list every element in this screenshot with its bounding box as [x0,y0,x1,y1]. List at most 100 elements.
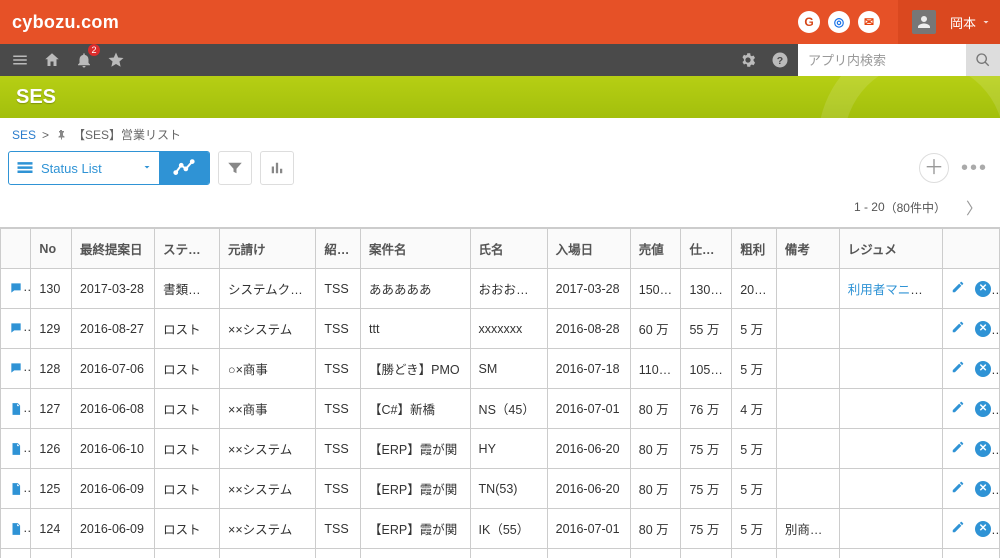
column-header[interactable]: 紹介元 [316,229,361,269]
chart-button[interactable] [260,151,294,185]
column-header[interactable]: 粗利 [732,229,777,269]
more-menu[interactable]: ••• [961,157,988,180]
resume-link[interactable]: 利用者マニュアル.pdf [848,283,943,297]
notification-badge: 2 [88,44,100,56]
delete-icon[interactable]: ✕ [975,321,991,337]
table-row[interactable]: 1252016-06-09ロスト××システムTSS【ERP】霞が関TN(53)2… [1,469,1000,509]
table-row[interactable]: 1242016-06-09ロスト××システムTSS【ERP】霞が関IK（55）2… [1,509,1000,549]
column-header[interactable]: 入場日 [547,229,630,269]
cell-anken: 【勝どき】PMO [361,349,471,389]
column-header[interactable]: 売値 [630,229,681,269]
column-header[interactable]: 案件名 [361,229,471,269]
cell-uri: 110 万 [630,349,681,389]
column-header[interactable]: No [31,229,72,269]
column-header[interactable]: 元請け [220,229,316,269]
cell-biko: 別商流から [776,509,839,549]
cell-resume [839,309,942,349]
delete-icon[interactable]: ✕ [975,441,991,457]
table-row[interactable]: 11292016-08-27ロスト××システムTSStttxxxxxxx2016… [1,309,1000,349]
service-icon-mail[interactable]: ✉ [858,11,880,33]
column-header[interactable]: ステータス [155,229,220,269]
cell-anken: 【C#】新橋 [361,389,471,429]
table-row[interactable]: 1232016-06-09ロスト××システムTSS【ERP】霞が関YK（63）2… [1,549,1000,558]
cell-biko [776,349,839,389]
cell-din: 2016-08-28 [547,309,630,349]
edit-icon[interactable] [951,520,965,537]
cell-biko [776,389,839,429]
delete-icon[interactable]: ✕ [975,521,991,537]
service-icon-o[interactable]: ◎ [828,11,850,33]
cell-biko: 年齢NG [776,549,839,558]
help-icon[interactable]: ? [766,46,794,74]
edit-icon[interactable] [951,400,965,417]
add-record-button[interactable]: ＋ [919,153,949,183]
edit-icon[interactable] [951,480,965,497]
comment-icon [9,321,23,335]
column-header[interactable] [1,229,31,269]
app-header: SES [0,76,1000,118]
cell-moto: ××システム [220,509,316,549]
chevron-down-icon [980,16,992,28]
bell-icon[interactable]: 2 [70,46,98,74]
cell-din: 2016-06-20 [547,469,630,509]
cell-name: xxxxxxx [470,309,547,349]
gear-icon[interactable] [734,46,762,74]
cell-actions: ✕ [943,429,1000,469]
edit-icon[interactable] [951,280,965,297]
cell-din: 2017-03-28 [547,269,630,309]
edit-icon[interactable] [951,320,965,337]
column-header[interactable] [943,229,1000,269]
cell-date: 2016-06-09 [71,469,154,509]
delete-icon[interactable]: ✕ [975,281,991,297]
column-header[interactable]: 氏名 [470,229,547,269]
user-menu[interactable]: 岡本 [898,0,1000,44]
user-name: 岡本 [950,13,976,32]
brand-logo[interactable]: cybozu.com [12,12,119,33]
cell-resume [839,349,942,389]
column-header[interactable]: 仕入値 [681,229,732,269]
cell-actions: ✕ [943,469,1000,509]
delete-icon[interactable]: ✕ [975,361,991,377]
cell-shii: 75 万 [681,509,732,549]
hamburger-icon[interactable] [6,46,34,74]
cell-resume [839,469,942,509]
cell-anken: ttt [361,309,471,349]
breadcrumb-current: 【SES】営業リスト [73,126,181,143]
breadcrumb-root[interactable]: SES [12,128,36,142]
filter-button[interactable] [218,151,252,185]
edit-icon[interactable] [951,440,965,457]
search-button[interactable] [966,44,1000,76]
svg-text:?: ? [777,55,783,67]
next-page[interactable]: 〉 [966,195,982,219]
breadcrumb: SES > 【SES】営業リスト [0,118,1000,151]
cell-no: 128 [31,349,72,389]
pin-icon[interactable] [55,129,67,141]
document-icon [9,402,23,416]
cell-date: 2016-06-09 [71,549,154,558]
table-row[interactable]: 1272016-06-08ロスト××商事TSS【C#】新橋NS（45）2016-… [1,389,1000,429]
cell-intro: TSS [316,309,361,349]
table-row[interactable]: 21302017-03-28書類提案中システムクレイスTSSあああああおおおおお… [1,269,1000,309]
star-icon[interactable] [102,46,130,74]
cell-moto: ××システム [220,549,316,558]
view-selector[interactable]: Status List [8,151,210,185]
table-row[interactable]: 1262016-06-10ロスト××システムTSS【ERP】霞が関HY2016-… [1,429,1000,469]
home-icon[interactable] [38,46,66,74]
page-range: 1 - 20 [854,200,885,214]
column-header[interactable]: 最終提案日 [71,229,154,269]
column-header[interactable]: 備考 [776,229,839,269]
cell-din: 2016-07-01 [547,389,630,429]
cell-date: 2016-06-10 [71,429,154,469]
cell-din: 2016-07-01 [547,509,630,549]
delete-icon[interactable]: ✕ [975,401,991,417]
delete-icon[interactable]: ✕ [975,481,991,497]
column-header[interactable]: レジュメ [839,229,942,269]
edit-icon[interactable] [951,360,965,377]
table-row[interactable]: 11282016-07-06ロスト○×商事TSS【勝どき】PMOSM2016-0… [1,349,1000,389]
cell-intro: TSS [316,549,361,558]
cell-shii: 75 万 [681,469,732,509]
search-input[interactable] [798,44,966,76]
cell-uri: 80 万 [630,509,681,549]
graph-view-button[interactable] [159,152,209,184]
service-icon-g[interactable]: G [798,11,820,33]
